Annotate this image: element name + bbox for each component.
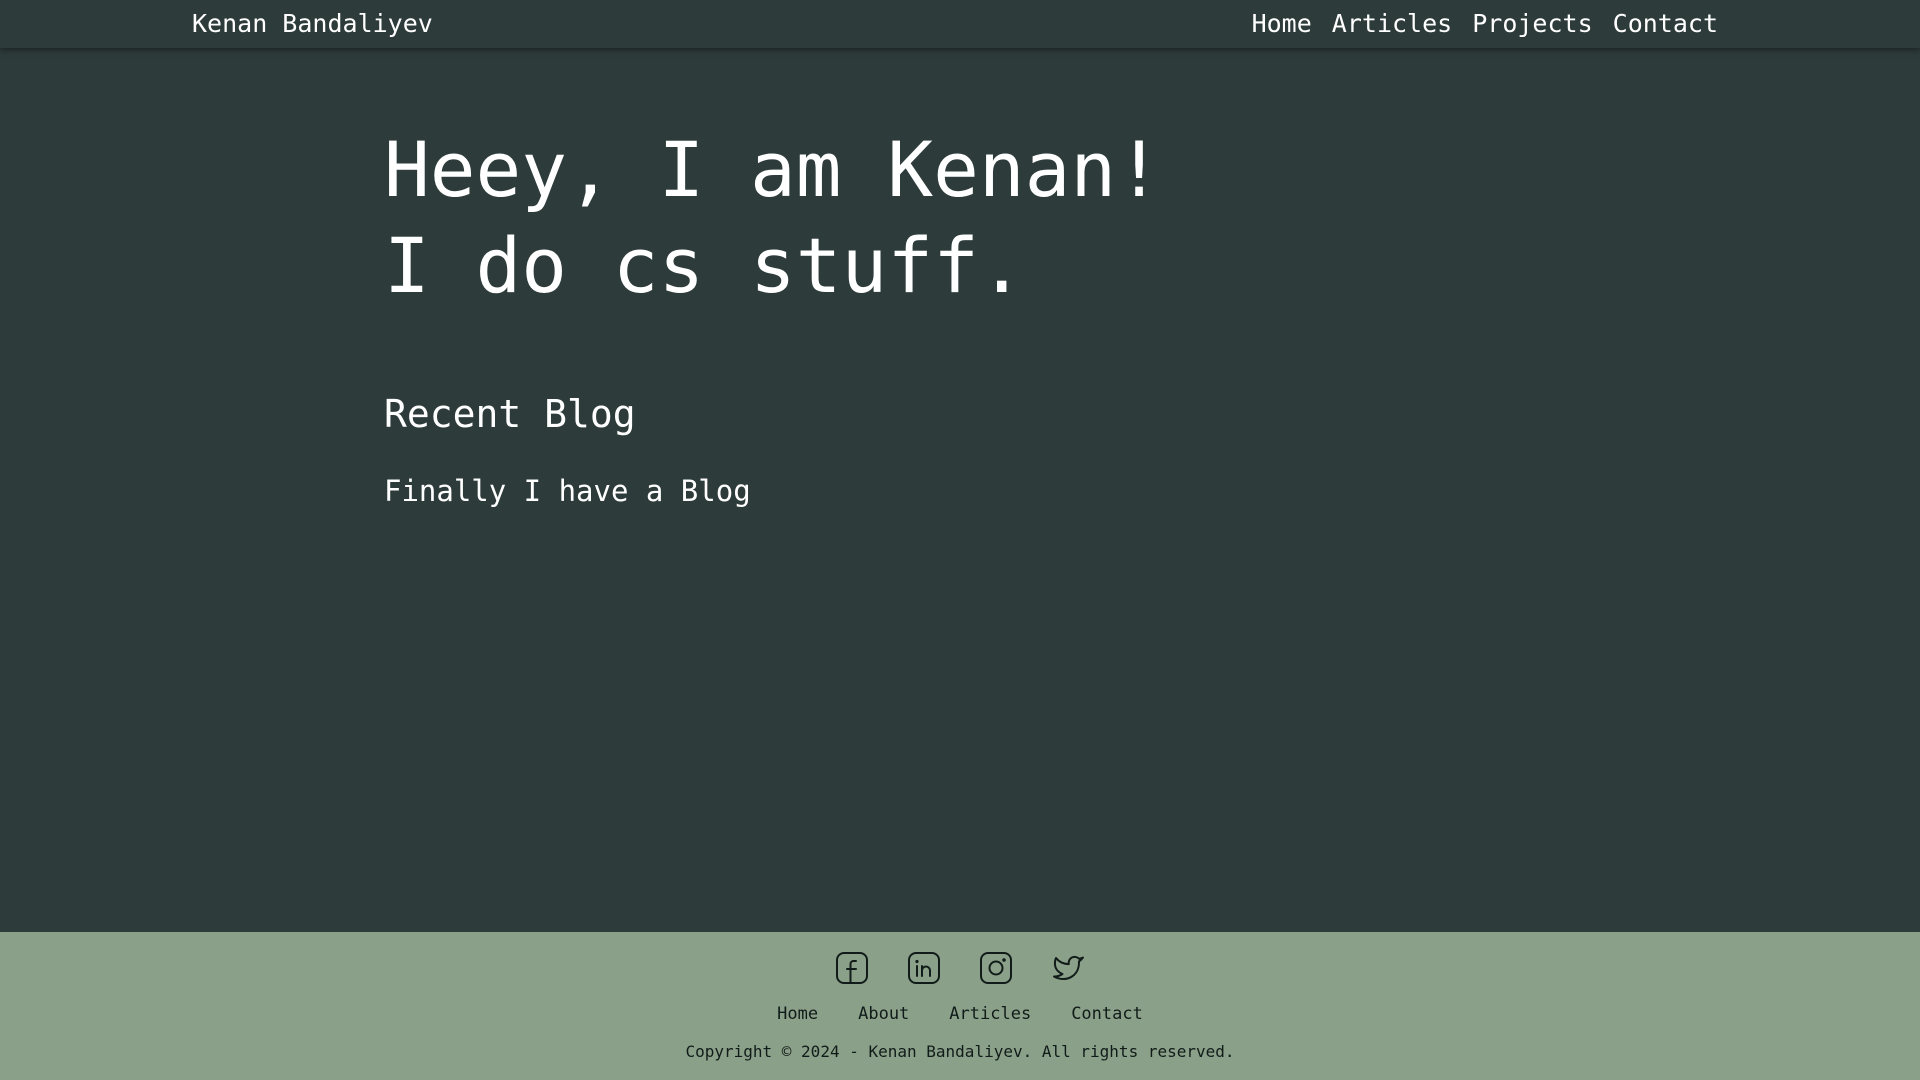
main-content: Heey, I am Kenan! I do cs stuff. Recent … bbox=[0, 48, 1920, 932]
nav-contact-link[interactable]: Contact bbox=[1613, 9, 1718, 38]
main-nav: Home Articles Projects Contact bbox=[1252, 9, 1718, 38]
facebook-icon bbox=[836, 952, 868, 984]
copyright-text: Copyright © 2024 - Kenan Bandaliyev. All… bbox=[685, 1042, 1235, 1061]
instagram-link[interactable] bbox=[978, 950, 1014, 986]
linkedin-icon bbox=[908, 952, 940, 984]
social-links bbox=[0, 950, 1920, 986]
footer-nav: Home About Articles Contact bbox=[0, 1004, 1920, 1024]
site-header: Kenan Bandaliyev Home Articles Projects … bbox=[0, 0, 1920, 48]
twitter-link[interactable] bbox=[1050, 950, 1086, 986]
nav-projects-link[interactable]: Projects bbox=[1472, 9, 1592, 38]
nav-articles-link[interactable]: Articles bbox=[1332, 9, 1452, 38]
hero-line-1: Heey, I am Kenan! bbox=[384, 125, 1162, 214]
page: Kenan Bandaliyev Home Articles Projects … bbox=[0, 0, 1920, 1080]
blog-post-link[interactable]: Finally I have a Blog bbox=[384, 474, 751, 508]
instagram-icon bbox=[980, 952, 1012, 984]
linkedin-link[interactable] bbox=[906, 950, 942, 986]
footer-contact-link[interactable]: Contact bbox=[1071, 1004, 1143, 1024]
recent-blog-title: Recent Blog bbox=[384, 392, 636, 436]
hero-line-2: I do cs stuff. bbox=[384, 221, 1025, 310]
footer-articles-link[interactable]: Articles bbox=[949, 1004, 1031, 1024]
twitter-icon bbox=[1053, 955, 1084, 981]
nav-home-link[interactable]: Home bbox=[1252, 9, 1312, 38]
hero-heading: Heey, I am Kenan! I do cs stuff. bbox=[384, 122, 1162, 314]
facebook-link[interactable] bbox=[834, 950, 870, 986]
footer-about-link[interactable]: About bbox=[858, 1004, 909, 1024]
site-footer: Home About Articles Contact Copyright © … bbox=[0, 932, 1920, 1080]
brand-link[interactable]: Kenan Bandaliyev bbox=[192, 9, 433, 38]
footer-home-link[interactable]: Home bbox=[777, 1004, 818, 1024]
